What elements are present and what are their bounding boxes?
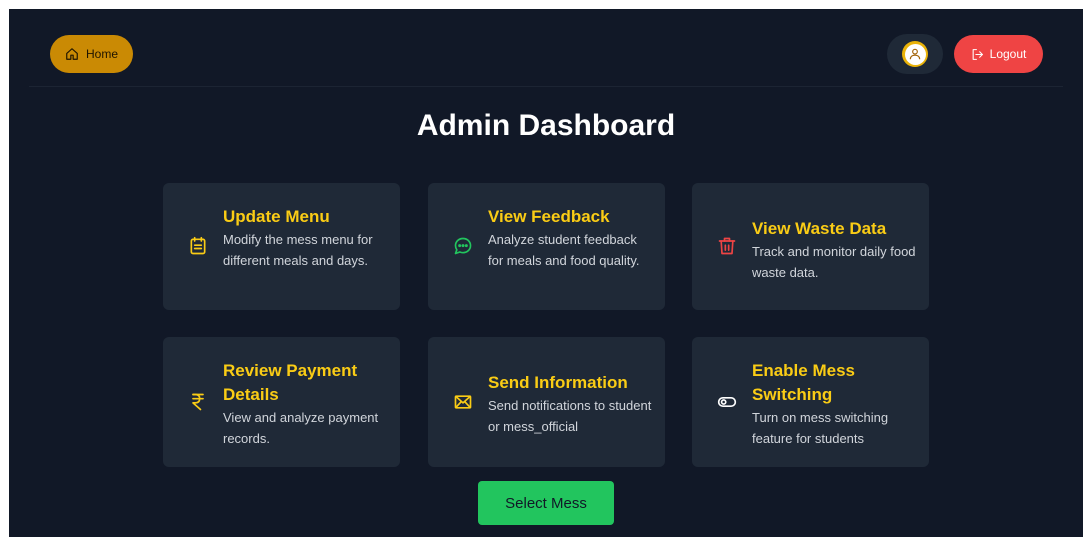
review-payment-card[interactable]: Review Payment Details View and analyze … [163,337,400,467]
avatar [902,41,928,67]
rupee-icon [187,391,209,413]
card-title: Update Menu [223,207,330,226]
clipboard-icon [187,235,209,257]
user-icon [909,48,921,60]
select-mess-button[interactable]: Select Mess [478,481,614,525]
profile-button[interactable] [887,34,943,74]
card-title: Enable Mess Switching [752,361,855,404]
card-title: View Feedback [488,207,610,226]
home-label: Home [85,47,118,61]
mail-icon [452,391,474,413]
app-frame: Home Logout Admin Dashboard Update Menu … [9,9,1083,537]
card-description: Modify the mess menu for different meals… [223,232,373,268]
view-feedback-card[interactable]: View Feedback Analyze student feedback f… [428,183,665,310]
toggle-icon [716,391,738,413]
home-icon [66,48,78,60]
update-menu-card[interactable]: Update Menu Modify the mess menu for dif… [163,183,400,310]
card-description: Turn on mess switching feature for stude… [752,410,889,446]
view-waste-data-card[interactable]: View Waste Data Track and monitor daily … [692,183,929,310]
logout-label: Logout [989,47,1027,61]
card-title: View Waste Data [752,219,887,238]
chat-icon [452,235,474,257]
logout-icon [972,48,983,60]
home-button[interactable]: Home [50,35,133,73]
card-title: Send Information [488,373,628,392]
top-navbar: Home Logout [29,9,1063,87]
send-information-card[interactable]: Send Information Send notifications to s… [428,337,665,467]
card-description: Track and monitor daily food waste data. [752,244,916,280]
page-title: Admin Dashboard [416,109,676,142]
card-description: Send notifications to student or mess_of… [488,398,652,434]
card-title: Review Payment Details [223,361,358,404]
logout-button[interactable]: Logout [954,35,1043,73]
card-description: View and analyze payment records. [223,410,379,446]
enable-mess-switching-card[interactable]: Enable Mess Switching Turn on mess switc… [692,337,929,467]
card-description: Analyze student feedback for meals and f… [488,232,640,268]
trash-icon [716,235,738,257]
